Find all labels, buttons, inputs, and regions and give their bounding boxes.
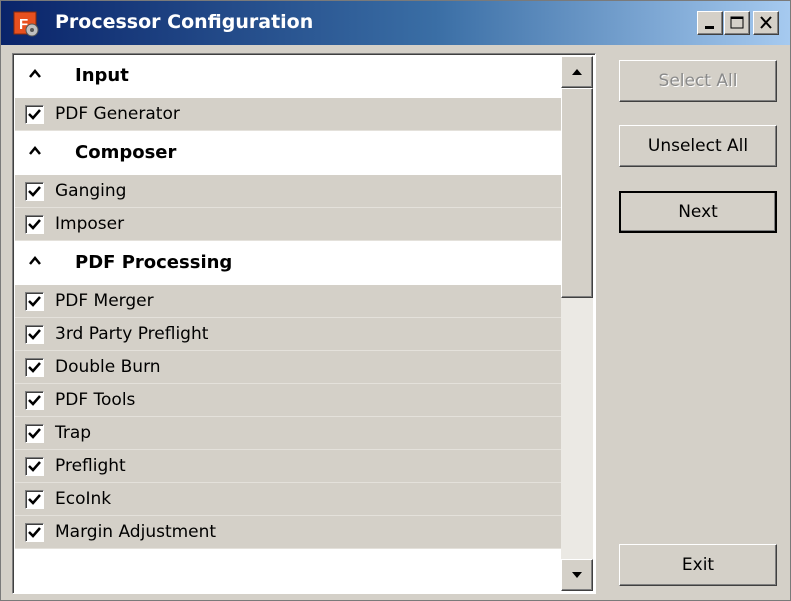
processor-list-content: Input PDF Generator Composer Ganging Imposer… xyxy=(15,56,561,549)
processor-item-label: Imposer xyxy=(55,214,125,234)
maximize-button[interactable] xyxy=(724,11,750,35)
checkbox[interactable] xyxy=(25,292,44,311)
processor-item[interactable]: PDF Tools xyxy=(15,384,561,417)
checkbox[interactable] xyxy=(25,457,44,476)
processor-item[interactable]: Ganging xyxy=(15,175,561,208)
processor-item[interactable]: PDF Merger xyxy=(15,285,561,318)
checkbox[interactable] xyxy=(25,490,44,509)
close-button[interactable] xyxy=(753,11,779,35)
processor-item[interactable]: EcoInk xyxy=(15,483,561,516)
group-header-label: Input xyxy=(75,65,129,86)
group-header[interactable]: PDF Processing xyxy=(15,243,561,285)
close-icon xyxy=(760,16,772,29)
checkbox[interactable] xyxy=(25,358,44,377)
vertical-scrollbar[interactable] xyxy=(561,56,593,591)
processor-item[interactable]: Imposer xyxy=(15,208,561,241)
title-bar[interactable]: F Processor Configuration xyxy=(1,1,790,45)
select-all-button[interactable]: Select All xyxy=(619,60,777,102)
processor-item[interactable]: PDF Generator xyxy=(15,98,561,131)
checkmark-icon xyxy=(28,527,41,538)
checkbox[interactable] xyxy=(25,215,44,234)
processor-item-label: Double Burn xyxy=(55,357,161,377)
processor-item[interactable]: Double Burn xyxy=(15,351,561,384)
arrow-down-icon xyxy=(572,572,582,578)
checkmark-icon xyxy=(28,329,41,340)
processor-item-label: Trap xyxy=(55,423,92,443)
processor-item-label: 3rd Party Preflight xyxy=(55,324,209,344)
maximize-icon xyxy=(730,16,744,29)
processor-item-label: PDF Merger xyxy=(55,291,154,311)
checkbox[interactable] xyxy=(25,424,44,443)
checkbox[interactable] xyxy=(25,325,44,344)
chevron-up-icon[interactable] xyxy=(27,143,43,159)
processor-item[interactable]: Margin Adjustment xyxy=(15,516,561,549)
checkbox[interactable] xyxy=(25,182,44,201)
checkmark-icon xyxy=(28,296,41,307)
processor-list[interactable]: Input PDF Generator Composer Ganging Imposer… xyxy=(12,53,596,594)
processor-item[interactable]: Preflight xyxy=(15,450,561,483)
processor-item-label: PDF Generator xyxy=(55,104,180,124)
processor-item-label: Margin Adjustment xyxy=(55,522,217,542)
processor-item-label: EcoInk xyxy=(55,489,112,509)
minimize-icon xyxy=(705,26,714,29)
scroll-down-button[interactable] xyxy=(561,559,593,591)
checkmark-icon xyxy=(28,186,41,197)
checkmark-icon xyxy=(28,219,41,230)
checkmark-icon xyxy=(28,109,41,120)
arrow-up-icon xyxy=(572,69,582,75)
checkbox[interactable] xyxy=(25,105,44,124)
chevron-up-icon[interactable] xyxy=(27,66,43,82)
next-button[interactable]: Next xyxy=(619,191,777,233)
processor-item[interactable]: Trap xyxy=(15,417,561,450)
checkmark-icon xyxy=(28,362,41,373)
checkmark-icon xyxy=(28,428,41,439)
minimize-button[interactable] xyxy=(697,11,723,35)
group-header-label: PDF Processing xyxy=(75,252,233,273)
unselect-all-button[interactable]: Unselect All xyxy=(619,125,777,167)
group-header-label: Composer xyxy=(75,142,177,163)
window-title: Processor Configuration xyxy=(55,11,314,33)
checkmark-icon xyxy=(28,395,41,406)
processor-item-label: Preflight xyxy=(55,456,126,476)
checkmark-icon xyxy=(28,461,41,472)
checkmark-icon xyxy=(28,494,41,505)
processor-configuration-window: F Processor Configuration Input PDF Gener… xyxy=(0,0,791,601)
group-header[interactable]: Input xyxy=(15,56,561,98)
processor-item[interactable]: 3rd Party Preflight xyxy=(15,318,561,351)
processor-item-label: PDF Tools xyxy=(55,390,136,410)
scrollbar-thumb[interactable] xyxy=(561,88,593,298)
app-icon: F xyxy=(13,11,39,37)
chevron-up-icon[interactable] xyxy=(27,253,43,269)
scroll-up-button[interactable] xyxy=(561,56,593,88)
checkbox[interactable] xyxy=(25,391,44,410)
group-header[interactable]: Composer xyxy=(15,133,561,175)
checkbox[interactable] xyxy=(25,523,44,542)
exit-button[interactable]: Exit xyxy=(619,544,777,586)
processor-item-label: Ganging xyxy=(55,181,127,201)
